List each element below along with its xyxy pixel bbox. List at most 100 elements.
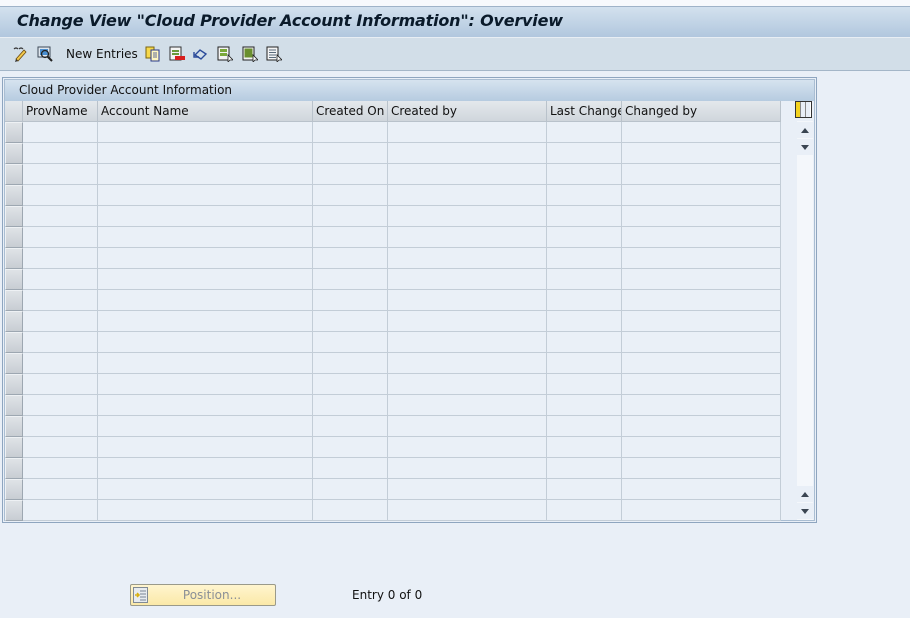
column-configuration-button[interactable] [795,101,812,118]
cell-provname[interactable] [23,248,98,269]
cell-changed-by[interactable] [622,395,781,416]
cell-changed-by[interactable] [622,290,781,311]
cell-changed-by[interactable] [622,353,781,374]
cell-provname[interactable] [23,458,98,479]
cell-created-on[interactable] [313,311,388,332]
cell-created-by[interactable] [388,269,547,290]
row-selector[interactable] [5,185,23,206]
cell-changed-by[interactable] [622,206,781,227]
cell-created-on[interactable] [313,143,388,164]
cell-account-name[interactable] [98,290,313,311]
cell-provname[interactable] [23,143,98,164]
cell-created-by[interactable] [388,374,547,395]
cell-last-change[interactable] [547,122,622,143]
cell-account-name[interactable] [98,395,313,416]
cell-provname[interactable] [23,185,98,206]
cell-provname[interactable] [23,395,98,416]
cell-created-by[interactable] [388,395,547,416]
cell-created-by[interactable] [388,164,547,185]
cell-changed-by[interactable] [622,500,781,521]
row-selector[interactable] [5,332,23,353]
cell-created-by[interactable] [388,311,547,332]
cell-created-by[interactable] [388,227,547,248]
cell-created-on[interactable] [313,248,388,269]
vertical-scrollbar[interactable] [797,121,813,520]
row-selector[interactable] [5,500,23,521]
cell-created-on[interactable] [313,374,388,395]
cell-last-change[interactable] [547,500,622,521]
cell-account-name[interactable] [98,332,313,353]
row-selector[interactable] [5,311,23,332]
cell-created-on[interactable] [313,437,388,458]
cell-account-name[interactable] [98,374,313,395]
column-header-account-name[interactable]: Account Name [98,101,313,122]
position-button[interactable]: Position... [130,584,276,606]
column-header-created-on[interactable]: Created On [313,101,388,122]
cell-changed-by[interactable] [622,143,781,164]
row-selector[interactable] [5,227,23,248]
cell-account-name[interactable] [98,479,313,500]
row-selector[interactable] [5,374,23,395]
cell-last-change[interactable] [547,437,622,458]
row-selector[interactable] [5,143,23,164]
cell-created-by[interactable] [388,122,547,143]
other-view-button[interactable] [37,45,53,63]
cell-created-on[interactable] [313,500,388,521]
select-all-button[interactable] [217,45,234,63]
cell-created-on[interactable] [313,479,388,500]
cell-account-name[interactable] [98,143,313,164]
cell-account-name[interactable] [98,311,313,332]
cell-provname[interactable] [23,416,98,437]
cell-created-by[interactable] [388,353,547,374]
column-header-changed-by[interactable]: Changed by [622,101,781,122]
cell-created-on[interactable] [313,122,388,143]
row-selector[interactable] [5,164,23,185]
cell-account-name[interactable] [98,185,313,206]
cell-changed-by[interactable] [622,122,781,143]
cell-changed-by[interactable] [622,311,781,332]
scroll-page-up-button[interactable] [797,486,813,502]
undo-change-button[interactable] [193,45,209,63]
cell-changed-by[interactable] [622,458,781,479]
row-selector[interactable] [5,416,23,437]
cell-created-by[interactable] [388,458,547,479]
scroll-page-down-button[interactable] [797,503,813,519]
cell-provname[interactable] [23,500,98,521]
column-header-provname[interactable]: ProvName [23,101,98,122]
cell-provname[interactable] [23,227,98,248]
cell-changed-by[interactable] [622,269,781,290]
cell-changed-by[interactable] [622,416,781,437]
cell-account-name[interactable] [98,164,313,185]
cell-changed-by[interactable] [622,437,781,458]
cell-last-change[interactable] [547,416,622,437]
cell-created-on[interactable] [313,332,388,353]
cell-account-name[interactable] [98,437,313,458]
cell-account-name[interactable] [98,458,313,479]
delete-button[interactable] [169,45,185,63]
cell-created-by[interactable] [388,290,547,311]
row-selector[interactable] [5,248,23,269]
select-all-rows-button[interactable] [5,101,23,122]
row-selector[interactable] [5,206,23,227]
scroll-down-button[interactable] [797,139,813,155]
cell-provname[interactable] [23,332,98,353]
cell-created-on[interactable] [313,206,388,227]
new-entries-button[interactable]: New Entries [66,45,138,63]
cell-created-by[interactable] [388,479,547,500]
cell-account-name[interactable] [98,416,313,437]
select-block-button[interactable] [242,45,259,63]
cell-created-on[interactable] [313,395,388,416]
cell-changed-by[interactable] [622,374,781,395]
cell-created-on[interactable] [313,353,388,374]
cell-provname[interactable] [23,374,98,395]
cell-account-name[interactable] [98,206,313,227]
column-header-last-change[interactable]: Last Change [547,101,622,122]
cell-created-by[interactable] [388,416,547,437]
cell-changed-by[interactable] [622,164,781,185]
cell-last-change[interactable] [547,479,622,500]
cell-created-by[interactable] [388,248,547,269]
copy-as-button[interactable] [145,45,161,63]
cell-last-change[interactable] [547,164,622,185]
cell-created-on[interactable] [313,290,388,311]
cell-created-on[interactable] [313,185,388,206]
